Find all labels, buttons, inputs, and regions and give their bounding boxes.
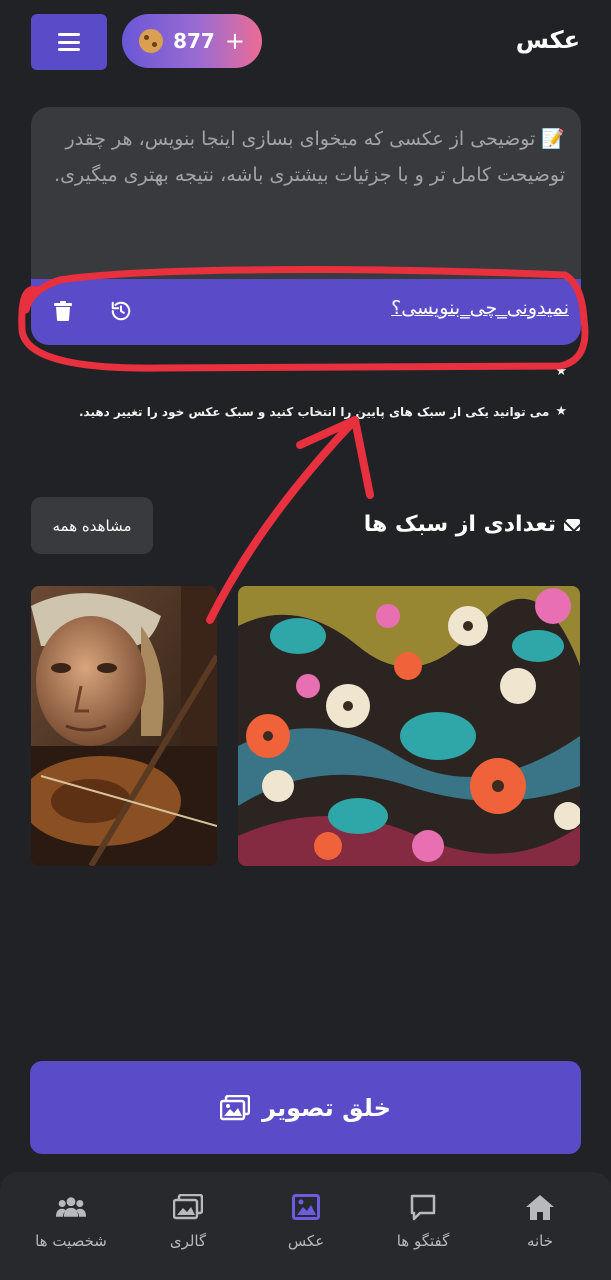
nav-item-chats[interactable]: گفتگو ها	[368, 1192, 478, 1250]
tip-2: ★ می توانید یکی از سبک های پایین را انتخ…	[79, 404, 567, 419]
menu-button[interactable]	[31, 14, 107, 70]
view-all-button[interactable]: مشاهده همه	[31, 497, 153, 554]
suggest-prompt-link[interactable]: نمیدونی_چی_بنویسی؟	[391, 297, 569, 319]
style-card-floral[interactable]	[238, 586, 580, 866]
bottom-nav: خانه گفتگو ها عکس گالری شخصیت ها	[0, 1172, 611, 1280]
images-icon	[220, 1094, 251, 1120]
home-icon	[525, 1192, 555, 1222]
delete-button[interactable]	[49, 297, 77, 325]
style-card-portrait[interactable]	[31, 586, 217, 866]
prompt-input[interactable]: 📝 توضیحی از عکسی که میخوای بسازی اینجا ب…	[45, 121, 565, 193]
floral-style-image	[238, 586, 580, 866]
create-image-button[interactable]: خلق تصویر	[30, 1061, 581, 1154]
prompt-card: 📝 توضیحی از عکسی که میخوای بسازی اینجا ب…	[31, 107, 581, 345]
credits-badge[interactable]: 877 +	[122, 14, 262, 68]
people-icon	[56, 1192, 86, 1222]
tip-text: می توانید یکی از سبک های پایین را انتخاب…	[78, 404, 550, 419]
nav-item-home[interactable]: خانه	[485, 1192, 595, 1250]
hamburger-icon	[58, 33, 80, 51]
chat-icon	[408, 1192, 438, 1222]
prompt-toolbar: نمیدونی_چی_بنویسی؟	[31, 279, 581, 345]
cookie-icon	[139, 29, 164, 53]
header: 877 + عکس	[0, 0, 611, 86]
trash-icon	[54, 301, 72, 321]
envelope-icon	[564, 518, 580, 531]
nav-item-gallery[interactable]: گالری	[133, 1192, 243, 1250]
star-icon: ★	[555, 404, 567, 419]
page-title: عکس	[515, 26, 580, 54]
plus-icon: +	[224, 27, 245, 55]
gallery-icon	[173, 1192, 203, 1222]
portrait-style-image	[31, 586, 217, 866]
styles-section-title: تعدادی از سبک ها	[364, 512, 580, 537]
nav-item-characters[interactable]: شخصیت ها	[16, 1192, 126, 1250]
credits-count: 877	[173, 29, 215, 53]
star-icon: ★	[555, 364, 567, 379]
tip-1: ★	[555, 364, 567, 379]
image-icon	[291, 1192, 321, 1222]
nav-item-image[interactable]: عکس	[251, 1192, 361, 1250]
history-button[interactable]	[107, 297, 135, 325]
history-icon	[111, 301, 131, 321]
